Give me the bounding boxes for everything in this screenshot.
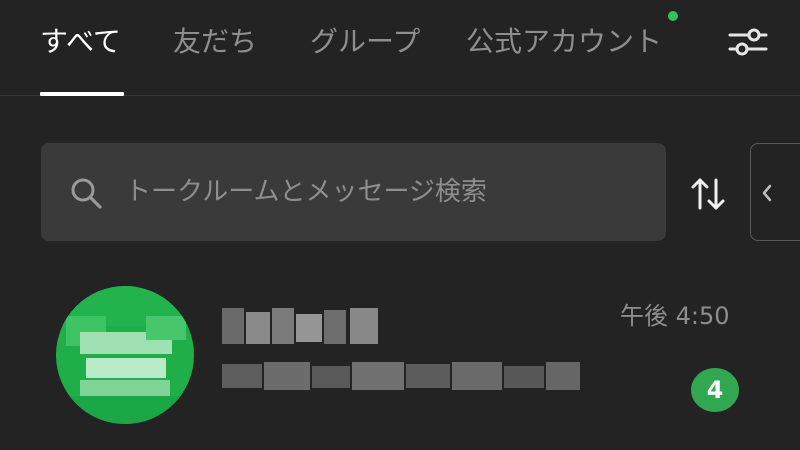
avatar bbox=[56, 286, 194, 424]
notification-dot bbox=[668, 11, 678, 21]
filter-button[interactable] bbox=[726, 24, 770, 60]
active-tab-indicator bbox=[40, 92, 124, 96]
chevron-left-icon bbox=[762, 184, 772, 202]
search-input[interactable] bbox=[125, 163, 645, 221]
tab-bar: すべて 友だち グループ 公式アカウント bbox=[0, 0, 800, 96]
chat-list-panel: すべて 友だち グループ 公式アカウント トークルームとメッセージ検索 午後 4… bbox=[0, 0, 800, 450]
tab-official-accounts[interactable]: 公式アカウント bbox=[466, 20, 662, 64]
sort-icon bbox=[691, 178, 725, 210]
collapse-panel-button[interactable] bbox=[750, 143, 800, 241]
sort-button[interactable] bbox=[688, 172, 728, 216]
chat-list-item[interactable]: 午後 4:50 4 bbox=[0, 270, 800, 450]
sliders-icon bbox=[728, 28, 768, 56]
chat-timestamp: 午後 4:50 bbox=[620, 302, 730, 330]
tab-all[interactable]: すべて bbox=[40, 20, 121, 64]
search-icon bbox=[71, 178, 102, 209]
unread-count-badge: 4 bbox=[691, 368, 739, 412]
search-box[interactable] bbox=[41, 143, 666, 241]
tab-friends[interactable]: 友だち bbox=[173, 20, 257, 64]
tab-groups[interactable]: グループ bbox=[310, 20, 420, 64]
